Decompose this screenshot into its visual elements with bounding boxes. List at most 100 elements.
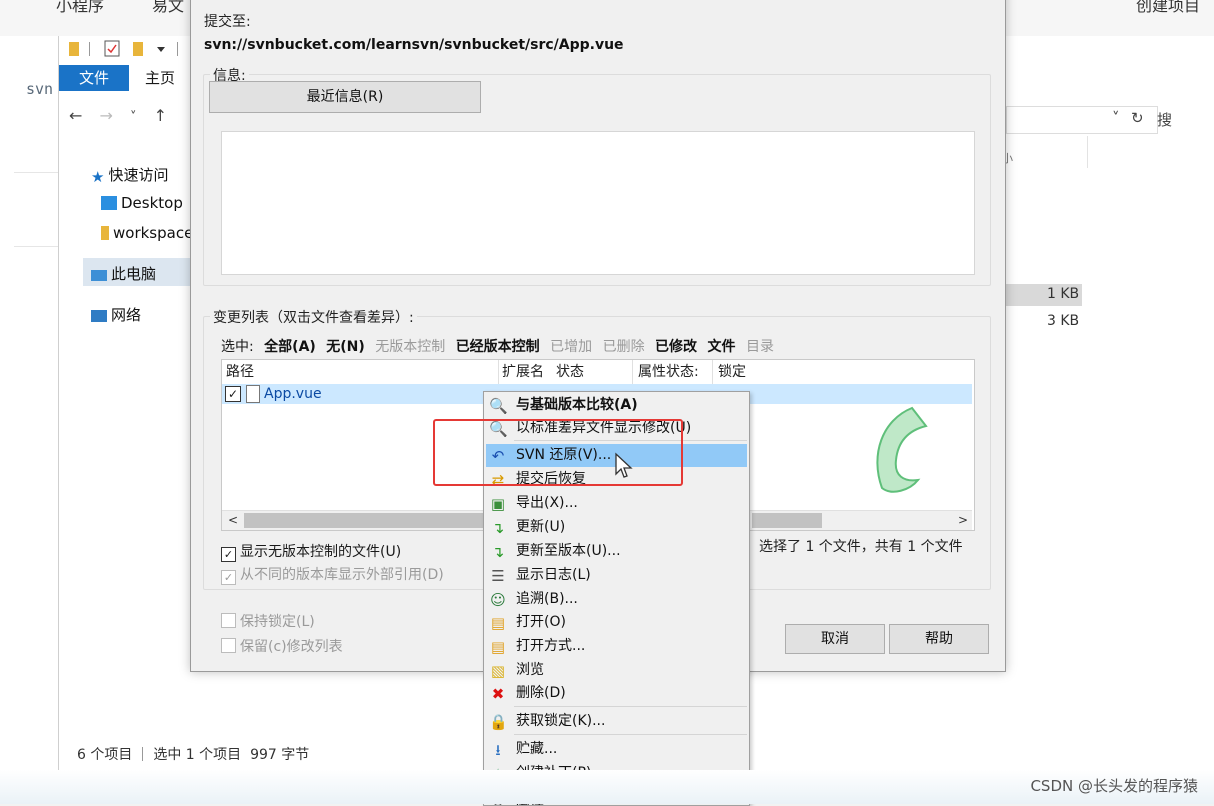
context-menu-item[interactable]: ⭳ 贮藏... (486, 738, 747, 761)
context-menu-item[interactable]: ▧ 浏览 (486, 659, 747, 682)
menu-separator (514, 706, 747, 707)
search-box-fragment[interactable]: 搜 (1157, 109, 1172, 130)
context-menu-item[interactable]: 🔒 获取锁定(K)... (486, 710, 747, 733)
filter-directories-link[interactable]: 目录 (746, 339, 774, 355)
context-menu-item[interactable]: ▣ 导出(X)... (486, 492, 747, 515)
filter-none-link[interactable]: 无(N) (326, 339, 365, 355)
keep-locks-checkbox[interactable]: 保持锁定(L) (221, 611, 315, 631)
scroll-right-icon[interactable]: > (958, 511, 968, 530)
address-bar-end[interactable]: ˅ ↻ 搜 (1006, 106, 1172, 134)
commit-to-label: 提交至: (204, 14, 251, 30)
export-icon: ▣ (490, 495, 506, 513)
computer-icon (91, 270, 107, 281)
watermark: CSDN @长头发的程序猿 (1030, 777, 1198, 795)
menu-separator (514, 734, 747, 735)
filter-added-link[interactable]: 已增加 (550, 339, 592, 355)
up-arrow-icon[interactable]: ↑ (154, 106, 167, 125)
address-dropdown-chevron-icon[interactable]: ˅ (1112, 109, 1120, 127)
update-icon: ↴ (491, 519, 505, 537)
annotation-highlight-box (433, 419, 683, 486)
selected-count: 选中 1 个项目 (153, 747, 242, 763)
recent-messages-button[interactable]: 最近信息(R) (209, 81, 481, 113)
selected-size: 997 字节 (250, 747, 310, 763)
item-count: 6 个项目 (77, 747, 133, 763)
quick-access-toolbar (59, 36, 199, 64)
context-menu-item[interactable]: ↴ 更新至版本(U)... (486, 540, 747, 563)
context-menu-item[interactable]: ▤ 打开(O) (486, 611, 747, 634)
help-button[interactable]: 帮助 (889, 624, 989, 654)
context-menu-item[interactable]: ▤ 打开方式... (486, 635, 747, 658)
context-menu-item-label: 获取锁定(K)... (516, 713, 606, 729)
context-menu-item-label: 浏览 (516, 662, 544, 678)
folder-icon (69, 42, 79, 56)
refresh-icon[interactable]: ↻ (1131, 109, 1144, 127)
delete-x-icon: ✖ (491, 685, 505, 703)
shelve-icon: ⭳ (495, 741, 501, 759)
sidebar-item-quick-access[interactable]: ★ 快速访问 (91, 164, 168, 186)
context-menu-item-label: 打开方式... (516, 638, 586, 654)
forward-arrow-icon[interactable]: → (100, 106, 113, 125)
context-menu-item-label: 贮藏... (516, 741, 558, 757)
context-menu-item-label: 导出(X)... (516, 495, 578, 511)
navigation-bar: ← → ˅ ↑ (69, 106, 179, 132)
column-path[interactable]: 路径 (226, 360, 254, 384)
file-size: 3 KB (1047, 313, 1080, 329)
update-to-revision-icon: ↴ (491, 543, 505, 561)
desktop-text-2: 易文 (152, 0, 185, 15)
sidebar-item-workspace[interactable]: workspace (101, 224, 193, 242)
filter-files-link[interactable]: 文件 (708, 339, 736, 355)
filter-modified-link[interactable]: 已修改 (655, 339, 697, 355)
background-window-strip: svn (0, 36, 58, 770)
filter-versioned-link[interactable]: 已经版本控制 (456, 339, 540, 355)
recent-locations-chevron-icon[interactable]: ˅ (130, 110, 137, 125)
sidebar-item-network[interactable]: 网络 (91, 304, 141, 325)
context-menu-item[interactable]: ↴ 更新(U) (486, 516, 747, 539)
tab-file[interactable]: 文件 (59, 65, 129, 91)
diff-magnifier-icon: 🔍 (489, 397, 508, 415)
context-menu-item-label: 与基础版本比较(A) (516, 397, 638, 413)
column-extension[interactable]: 扩展名 (502, 360, 544, 384)
context-menu-item-label: 更新(U) (516, 519, 566, 535)
desktop-icon (101, 196, 117, 210)
desktop-text-create-project: 创建项目 (1136, 0, 1201, 15)
back-arrow-icon[interactable]: ← (69, 106, 82, 125)
sidebar-item-this-pc[interactable]: 此电脑 (91, 263, 156, 284)
tab-home[interactable]: 主页 (145, 65, 175, 91)
cancel-button[interactable]: 取消 (785, 624, 885, 654)
file-name: App.vue (264, 386, 322, 402)
background-svn-fragment: svn (26, 80, 54, 98)
folder-icon (101, 226, 109, 240)
keep-changelists-checkbox[interactable]: 保留(c)修改列表 (221, 636, 343, 656)
context-menu-item-label: 更新至版本(U)... (516, 543, 621, 559)
new-folder-icon (133, 42, 143, 56)
context-menu-item[interactable]: 🔍 与基础版本比较(A) (486, 394, 747, 417)
show-unversioned-checkbox[interactable]: ✓ 显示无版本控制的文件(U) (221, 541, 401, 562)
filter-unversioned-link[interactable]: 无版本控制 (375, 339, 445, 355)
commit-url: svn://svnbucket.com/learnsvn/svnbucket/s… (204, 37, 624, 53)
log-icon: ☰ (491, 567, 505, 585)
show-externals-checkbox[interactable]: ✓ 从不同的版本库显示外部引用(D) (221, 564, 444, 585)
filter-deleted-link[interactable]: 已删除 (603, 339, 645, 355)
context-menu-item-label: 显示日志(L) (516, 567, 591, 583)
file-size: 1 KB (1047, 286, 1080, 302)
column-status[interactable]: 状态 (556, 360, 584, 384)
commit-message-input[interactable] (221, 131, 975, 275)
open-with-icon: ▤ (490, 638, 506, 656)
selection-filter-row: 选中: 全部(A) 无(N) 无版本控制 已经版本控制 已增加 已删除 已修改 … (221, 336, 780, 356)
properties-icon (104, 40, 120, 57)
browse-icon: ▧ (490, 662, 506, 680)
mouse-cursor-icon (615, 452, 633, 478)
changes-label: 变更列表（双击文件查看差异）: (210, 307, 417, 327)
scroll-left-icon[interactable]: < (228, 511, 238, 530)
context-menu-item[interactable]: ☰ 显示日志(L) (486, 564, 747, 587)
scrollbar-thumb[interactable] (244, 513, 484, 528)
column-property-status[interactable]: 属性状态: (638, 360, 699, 384)
filter-all-link[interactable]: 全部(A) (264, 339, 316, 355)
context-menu-item[interactable]: ☺ 追溯(B)... (486, 588, 747, 611)
column-lock[interactable]: 锁定 (718, 360, 746, 384)
desktop-text-1: 小程序 (56, 0, 105, 15)
context-menu-item[interactable]: ✖ 删除(D) (486, 682, 747, 705)
file-checkbox[interactable]: ✓ (225, 386, 241, 402)
sidebar-item-desktop[interactable]: Desktop (101, 194, 183, 212)
context-menu-item-label: 删除(D) (516, 685, 566, 701)
